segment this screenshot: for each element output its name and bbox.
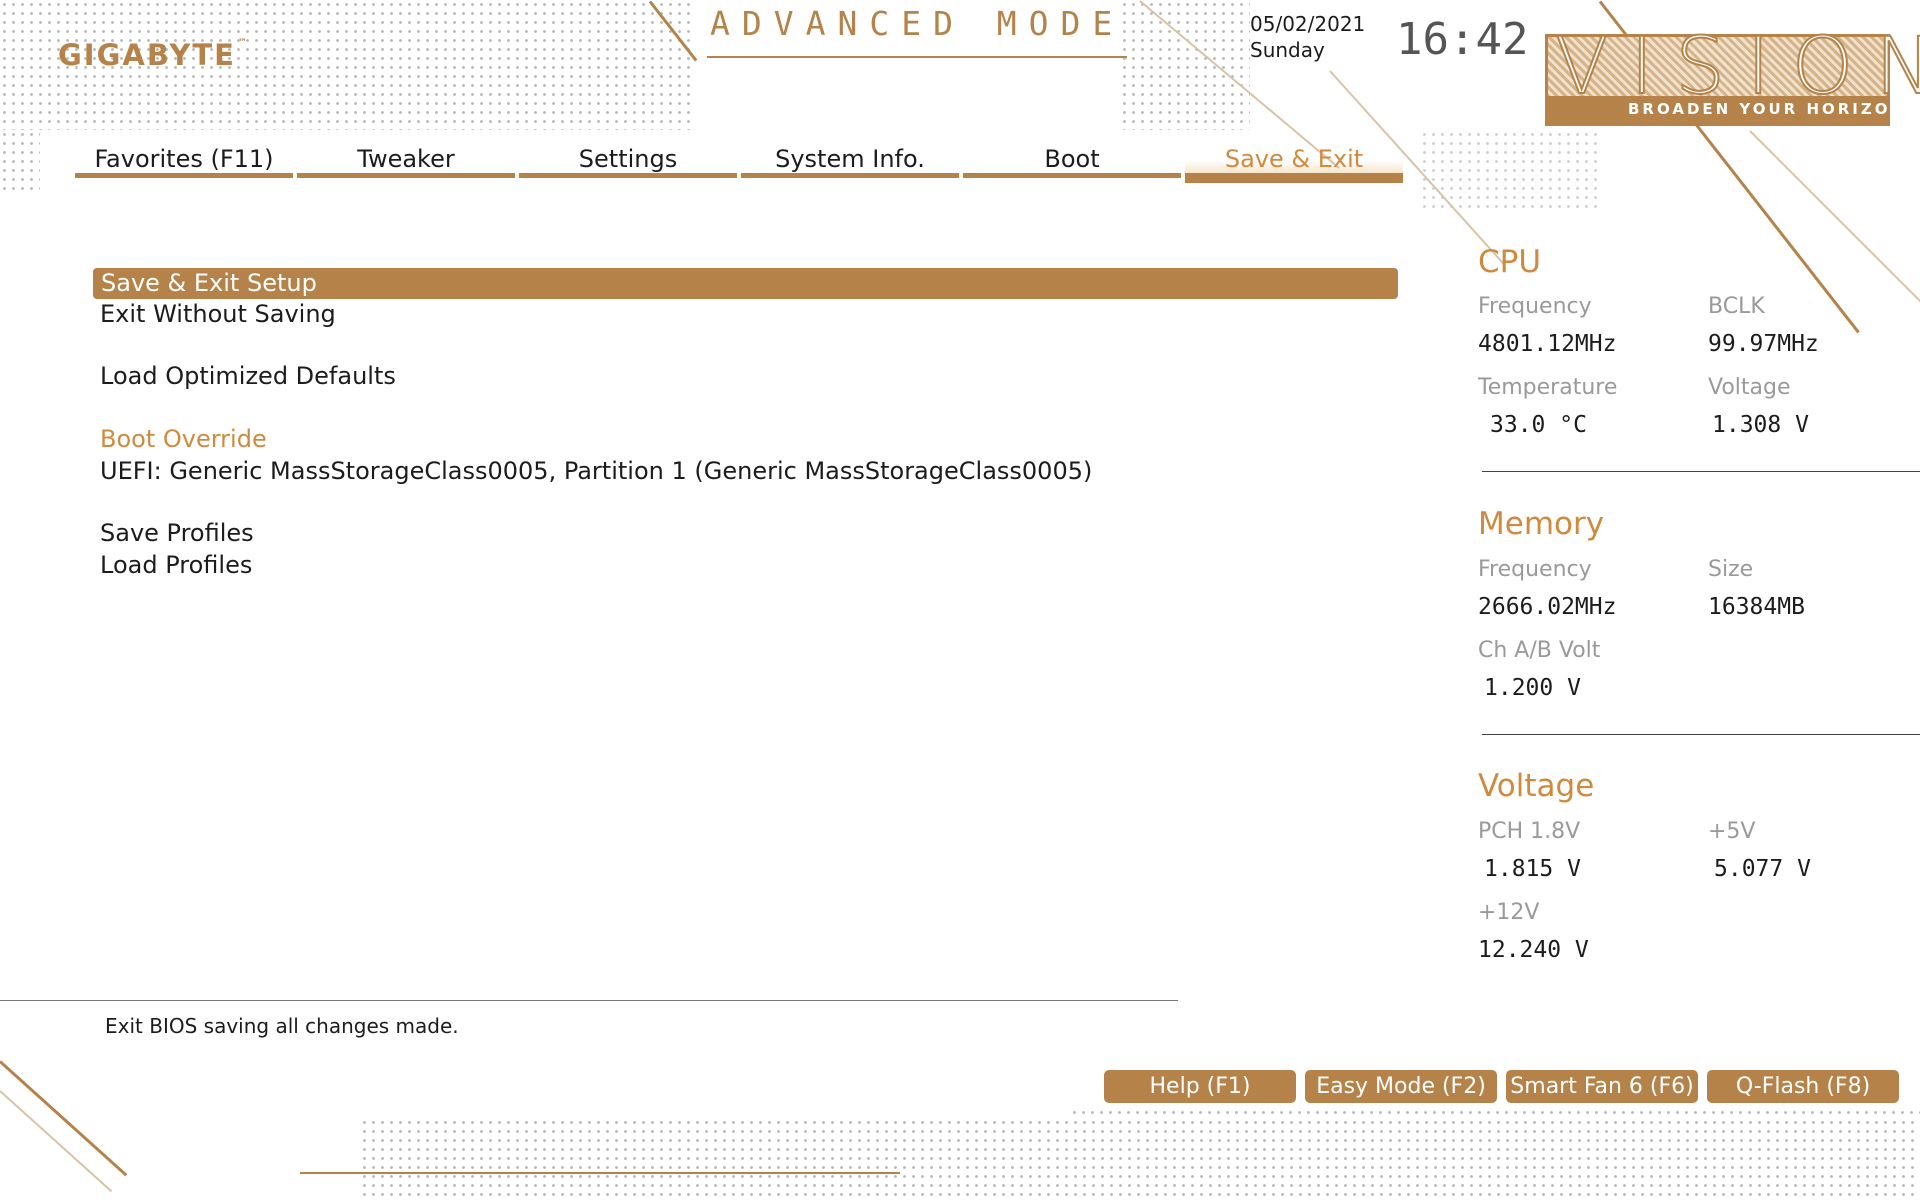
- memory-frequency-value: 2666.02MHz: [1478, 594, 1617, 620]
- cpu-temperature-value: 33.0 °C: [1490, 412, 1587, 438]
- header-right-dot-pattern: [1120, 0, 1250, 130]
- cpu-voltage-value: 1.308 V: [1712, 412, 1809, 438]
- memory-chab-volt-value: 1.200 V: [1484, 675, 1581, 701]
- tab-tweaker[interactable]: Tweaker: [297, 140, 515, 178]
- tab-favorites[interactable]: Favorites (F11): [75, 140, 293, 178]
- cpu-frequency-label: Frequency: [1478, 294, 1592, 319]
- menu-item-boot-override-entry[interactable]: UEFI: Generic MassStorageClass0005, Part…: [100, 457, 1092, 485]
- footer-right-dot-pattern: [1070, 1108, 1920, 1118]
- footer-baseline-stroke: [300, 1172, 900, 1174]
- footer-diagonal-1: [0, 1060, 128, 1177]
- date-display: 05/02/2021: [1250, 12, 1366, 36]
- menu-item-load-profiles[interactable]: Load Profiles: [100, 551, 252, 579]
- voltage-5v-label: +5V: [1708, 819, 1756, 844]
- menu-item-save-exit-setup[interactable]: Save & Exit Setup: [101, 269, 317, 297]
- footer-dot-pattern: [360, 1118, 1920, 1200]
- memory-chab-volt-label: Ch A/B Volt: [1478, 638, 1601, 663]
- clock-display: 16:42: [1396, 14, 1529, 65]
- voltage-section-title: Voltage: [1478, 768, 1595, 804]
- cpu-bclk-value: 99.97MHz: [1708, 331, 1819, 357]
- day-display: Sunday: [1250, 38, 1325, 62]
- page-title: ADVANCED MODE: [710, 4, 1125, 43]
- cpu-bclk-label: BCLK: [1708, 294, 1765, 319]
- help-description: Exit BIOS saving all changes made.: [105, 1014, 459, 1038]
- cpu-temperature-label: Temperature: [1478, 375, 1618, 400]
- memory-size-value: 16384MB: [1708, 594, 1805, 620]
- tab-system-info[interactable]: System Info.: [741, 140, 959, 178]
- footer-diagonal-2: [0, 1090, 113, 1193]
- cpu-separator: [1482, 471, 1920, 472]
- cpu-voltage-label: Voltage: [1708, 375, 1791, 400]
- boot-override-heading: Boot Override: [100, 425, 267, 453]
- menu-item-exit-without-saving[interactable]: Exit Without Saving: [100, 300, 336, 328]
- menu-item-load-optimized-defaults[interactable]: Load Optimized Defaults: [100, 362, 396, 390]
- tab-save-exit[interactable]: Save & Exit: [1185, 140, 1403, 183]
- voltage-pch-label: PCH 1.8V: [1478, 819, 1581, 844]
- cpu-section-title: CPU: [1478, 244, 1542, 280]
- memory-section-title: Memory: [1478, 506, 1605, 542]
- menu-item-save-profiles[interactable]: Save Profiles: [100, 519, 254, 547]
- voltage-5v-value: 5.077 V: [1714, 856, 1811, 882]
- tab-boot[interactable]: Boot: [963, 140, 1181, 178]
- panel-dot-pattern: [1420, 130, 1600, 210]
- memory-size-label: Size: [1708, 557, 1754, 582]
- voltage-pch-value: 1.815 V: [1484, 856, 1581, 882]
- help-separator: [0, 1000, 1178, 1001]
- q-flash-button[interactable]: Q-Flash (F8): [1707, 1070, 1899, 1103]
- cpu-frequency-value: 4801.12MHz: [1478, 331, 1617, 357]
- memory-separator: [1482, 734, 1920, 735]
- smart-fan-button[interactable]: Smart Fan 6 (F6): [1506, 1070, 1698, 1103]
- header-underline-stroke: [707, 56, 1127, 58]
- voltage-12v-label: +12V: [1478, 900, 1540, 925]
- help-button[interactable]: Help (F1): [1104, 1070, 1296, 1103]
- voltage-12v-value: 12.240 V: [1478, 937, 1589, 963]
- memory-frequency-label: Frequency: [1478, 557, 1592, 582]
- easy-mode-button[interactable]: Easy Mode (F2): [1305, 1070, 1497, 1103]
- vision-badge-tagline: BROADEN YOUR HORIZONS: [1628, 100, 1920, 118]
- left-dot-pattern: [0, 130, 40, 190]
- gigabyte-logo: GIGABYTE ™: [58, 38, 249, 72]
- tab-settings[interactable]: Settings: [519, 140, 737, 178]
